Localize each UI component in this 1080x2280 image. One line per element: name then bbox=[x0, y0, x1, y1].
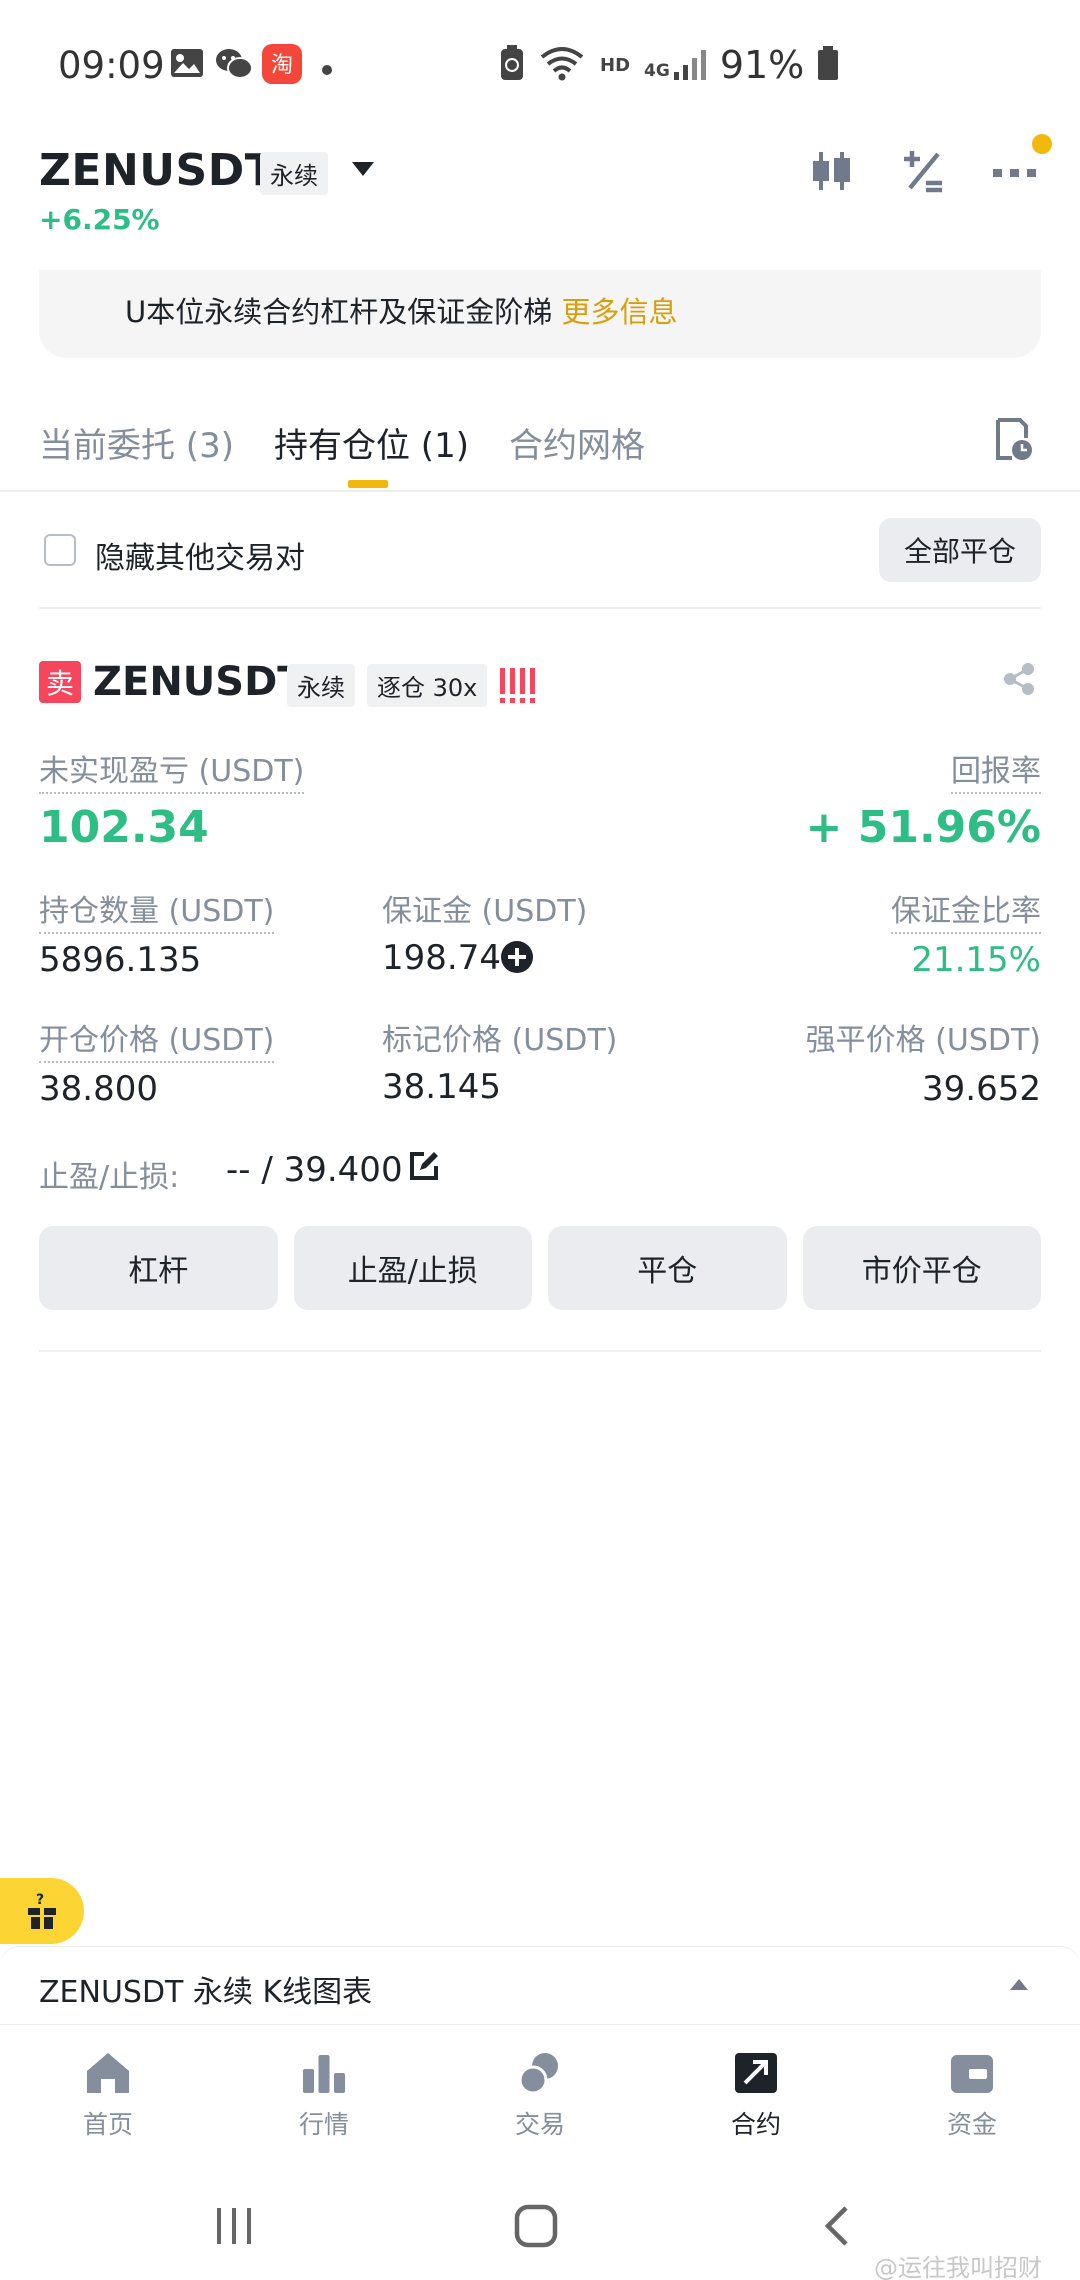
contract-type-tag: 永续 bbox=[260, 152, 328, 195]
close-position-button[interactable]: 平仓 bbox=[548, 1226, 787, 1310]
nav-trade[interactable]: 交易 bbox=[470, 2051, 610, 2141]
nav-home-label: 首页 bbox=[82, 2110, 133, 2139]
battery-percent: 91% bbox=[719, 43, 805, 87]
more-icon[interactable] bbox=[993, 164, 1037, 183]
nav-markets-label: 行情 bbox=[298, 2110, 349, 2139]
mark-price-label: 标记价格 (USDT) bbox=[382, 1023, 618, 1058]
nav-markets[interactable]: 行情 bbox=[254, 2051, 394, 2141]
wifi-icon bbox=[538, 45, 586, 85]
kline-chart-bar[interactable]: ZENUSDT 永续 K线图表 bbox=[0, 1946, 1080, 2024]
nav-trade-label: 交易 bbox=[514, 2110, 565, 2139]
futures-icon bbox=[735, 2053, 777, 2093]
liq-price-label: 强平价格 (USDT) bbox=[805, 1023, 1041, 1058]
watermark: @运往我叫招财 bbox=[874, 2254, 1042, 2280]
status-time: 09:09 bbox=[58, 44, 165, 87]
margin-ratio-label[interactable]: 保证金比率 bbox=[891, 886, 1041, 934]
symbol-dropdown-icon[interactable] bbox=[352, 162, 374, 176]
price-change: +6.25% bbox=[39, 203, 160, 236]
nav-futures[interactable]: 合约 bbox=[686, 2051, 826, 2141]
kline-chart-title: ZENUSDT 永续 K线图表 bbox=[39, 1975, 373, 2010]
nav-home[interactable]: 首页 bbox=[38, 2051, 178, 2141]
tpsl-value: -- / 39.400 bbox=[226, 1150, 403, 1190]
size-label[interactable]: 持仓数量 (USDT) bbox=[39, 886, 275, 934]
hide-other-pairs-checkbox[interactable] bbox=[44, 534, 76, 566]
announcement-text: U本位永续合约杠杆及保证金阶梯 更多信息 bbox=[125, 289, 677, 331]
risk-level-icon bbox=[500, 668, 535, 703]
position-contract-tag: 永续 bbox=[287, 664, 355, 707]
edit-icon[interactable] bbox=[408, 1150, 440, 1186]
announcement-message: U本位永续合约杠杆及保证金阶梯 bbox=[125, 295, 553, 329]
more-info-link[interactable]: 更多信息 bbox=[561, 295, 677, 329]
liq-price-value: 39.652 bbox=[922, 1069, 1041, 1109]
nav-wallet[interactable]: 资金 bbox=[902, 2051, 1042, 2141]
position-tabs: 当前委托 (3) 持有仓位 (1) 合约网格 bbox=[39, 418, 1041, 488]
network-type: 4G bbox=[644, 61, 670, 81]
dot-icon bbox=[322, 60, 332, 79]
nav-futures-label: 合约 bbox=[730, 2110, 781, 2139]
bottom-nav: 首页 行情 交易 合约 资金 bbox=[0, 2024, 1080, 2174]
close-all-button[interactable]: 全部平仓 bbox=[879, 518, 1041, 582]
announcement-banner[interactable]: U本位永续合约杠杆及保证金阶梯 更多信息 bbox=[39, 270, 1041, 358]
hd-label: HD bbox=[600, 54, 631, 76]
size-value: 5896.135 bbox=[39, 940, 202, 980]
gift-icon: ? bbox=[28, 1892, 56, 1929]
side-badge: 卖 bbox=[39, 661, 81, 703]
hide-other-pairs-label[interactable]: 隐藏其他交易对 bbox=[95, 533, 305, 577]
tab-open-orders[interactable]: 当前委托 (3) bbox=[39, 418, 234, 467]
mark-price-value: 38.145 bbox=[382, 1067, 501, 1107]
calculator-icon[interactable] bbox=[900, 148, 946, 198]
share-icon[interactable] bbox=[1002, 662, 1036, 700]
app-screen: 09:09 淘 HD 4G 91% ZENUSDT 永续 +6.25% U本位永… bbox=[0, 0, 1080, 2280]
order-history-icon[interactable] bbox=[994, 418, 1034, 466]
taobao-icon: 淘 bbox=[262, 44, 302, 88]
signal-icon: 4G bbox=[644, 50, 706, 80]
margin-label: 保证金 (USDT) bbox=[382, 894, 588, 929]
symbol-title[interactable]: ZENUSDT bbox=[39, 145, 275, 196]
recent-apps-icon[interactable] bbox=[214, 2206, 254, 2250]
gift-button[interactable]: ? bbox=[0, 1878, 84, 1944]
status-icons: HD 4G 91% bbox=[500, 40, 839, 90]
status-bar: 09:09 淘 HD 4G 91% bbox=[0, 0, 1080, 130]
battery-saver-icon bbox=[500, 45, 524, 85]
tab-positions[interactable]: 持有仓位 (1) bbox=[274, 418, 469, 467]
margin-value: 198.74 bbox=[382, 938, 501, 978]
trade-icon bbox=[518, 2053, 558, 2095]
market-close-button[interactable]: 市价平仓 bbox=[802, 1226, 1041, 1310]
battery-icon bbox=[818, 46, 839, 84]
expand-up-icon[interactable] bbox=[1010, 1979, 1028, 1990]
tpsl-label: 止盈/止损: bbox=[39, 1160, 180, 1195]
roe-label[interactable]: 回报率 bbox=[951, 746, 1041, 794]
leverage-button[interactable]: 杠杆 bbox=[39, 1226, 278, 1310]
unrealized-pnl-value: 102.34 bbox=[39, 802, 209, 853]
active-tab-indicator bbox=[348, 480, 388, 488]
home-button-icon[interactable] bbox=[514, 2204, 558, 2252]
notification-dot bbox=[1032, 134, 1052, 154]
markets-icon bbox=[303, 2055, 345, 2093]
position-symbol[interactable]: ZENUSDT bbox=[93, 659, 305, 705]
wechat-icon bbox=[215, 48, 253, 84]
entry-price-label[interactable]: 开仓价格 (USDT) bbox=[39, 1015, 275, 1063]
margin-mode-tag[interactable]: 逐仓 30x bbox=[367, 664, 488, 707]
wallet-icon bbox=[951, 2055, 993, 2093]
unrealized-pnl-label[interactable]: 未实现盈亏 (USDT) bbox=[39, 746, 305, 794]
gallery-icon bbox=[170, 48, 204, 82]
back-icon[interactable] bbox=[822, 2204, 852, 2252]
tpsl-button[interactable]: 止盈/止损 bbox=[293, 1226, 532, 1310]
entry-price-value: 38.800 bbox=[39, 1069, 158, 1109]
svg-text:淘: 淘 bbox=[271, 53, 293, 78]
roe-value: + 51.96% bbox=[805, 802, 1041, 853]
tab-futures-grid[interactable]: 合约网格 bbox=[509, 418, 645, 467]
svg-text:?: ? bbox=[36, 1892, 44, 1908]
position-actions: 杠杆 止盈/止损 平仓 市价平仓 bbox=[39, 1226, 1041, 1310]
card-divider bbox=[39, 1350, 1041, 1352]
tabs-divider bbox=[0, 490, 1080, 492]
home-icon bbox=[87, 2053, 129, 2093]
margin-ratio-value: 21.15% bbox=[911, 940, 1041, 980]
filter-divider bbox=[39, 607, 1041, 609]
candlestick-chart-icon[interactable] bbox=[808, 148, 854, 198]
add-margin-icon[interactable] bbox=[500, 940, 534, 978]
nav-wallet-label: 资金 bbox=[946, 2110, 997, 2139]
